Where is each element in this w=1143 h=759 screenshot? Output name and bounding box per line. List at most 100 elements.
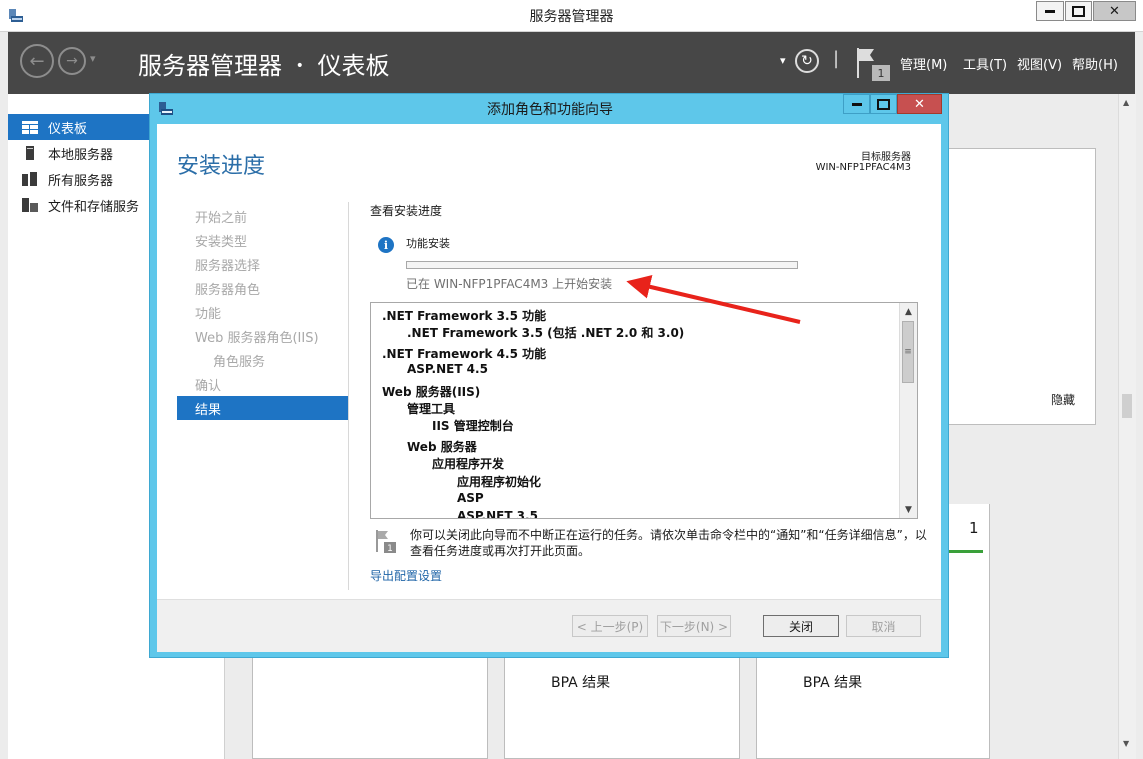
install-list-item: .NET Framework 3.5 功能 bbox=[382, 309, 547, 323]
install-list-item: 应用程序初始化 bbox=[457, 475, 542, 489]
minimize-icon bbox=[851, 102, 862, 106]
all-servers-icon bbox=[22, 172, 38, 186]
hide-link[interactable]: 隐藏 bbox=[1051, 391, 1075, 408]
step-server-selection[interactable]: 服务器选择 bbox=[195, 255, 260, 274]
back-arrow-icon: ← bbox=[29, 50, 45, 72]
target-server-label: 目标服务器 bbox=[861, 152, 911, 163]
scroll-thumb[interactable]: ≡ bbox=[902, 321, 914, 383]
server-manager-header: ← → ▾ 服务器管理器 • 仪表板 ▾ ↻ | 1 管理(M) 工具(T) 视… bbox=[8, 32, 1135, 94]
cancel-button[interactable]: 取消 bbox=[846, 615, 921, 637]
info-icon: i bbox=[378, 237, 394, 253]
tile-count: 1 bbox=[969, 519, 979, 537]
forward-button[interactable]: → bbox=[58, 47, 86, 75]
file-storage-icon bbox=[22, 198, 38, 212]
server-tile-1 bbox=[252, 658, 488, 759]
close-button[interactable]: 关闭 bbox=[763, 615, 839, 637]
export-config-link[interactable]: 导出配置设置 bbox=[370, 567, 442, 584]
menu-view[interactable]: 视图(V) bbox=[1017, 54, 1062, 73]
sidebar-item-label: 本地服务器 bbox=[48, 147, 114, 163]
minimize-button[interactable] bbox=[1036, 1, 1064, 21]
scroll-up-icon[interactable]: ▲ bbox=[1123, 98, 1129, 107]
sidebar-item-label: 文件和存储服务 bbox=[48, 199, 140, 215]
svg-text:1: 1 bbox=[387, 544, 393, 553]
scroll-down-icon[interactable]: ▼ bbox=[900, 501, 917, 518]
install-list-item: IIS 管理控制台 bbox=[432, 419, 514, 433]
step-server-roles[interactable]: 服务器角色 bbox=[195, 279, 260, 298]
step-role-services[interactable]: 角色服务 bbox=[213, 351, 265, 370]
list-scrollbar[interactable]: ▲ ≡ ▼ bbox=[899, 303, 917, 518]
refresh-dropdown-icon[interactable]: ▾ bbox=[780, 54, 786, 67]
window-titlebar: 服务器管理器 ✕ bbox=[0, 0, 1143, 32]
close-icon: ✕ bbox=[1109, 3, 1120, 19]
minimize-icon bbox=[1045, 9, 1055, 13]
local-server-icon bbox=[22, 146, 38, 160]
install-list-item: 应用程序开发 bbox=[432, 457, 505, 471]
notifications-button[interactable]: 1 bbox=[856, 46, 890, 82]
install-list-item: ASP.NET 3.5 bbox=[457, 509, 538, 519]
wizard-heading: 安装进度 bbox=[177, 154, 266, 179]
install-items-list[interactable]: .NET Framework 3.5 功能 .NET Framework 3.5 … bbox=[370, 302, 918, 519]
close-wizard-notice: 你可以关闭此向导而不中断正在运行的任务。请依次单击命令栏中的“通知”和“任务详细… bbox=[410, 527, 930, 559]
scroll-up-icon[interactable]: ▲ bbox=[900, 303, 917, 320]
step-results[interactable]: 结果 bbox=[177, 396, 348, 420]
maximize-icon bbox=[1072, 5, 1085, 17]
dashboard-icon bbox=[22, 120, 38, 134]
breadcrumb-separator: • bbox=[295, 58, 304, 74]
bpa-results-label[interactable]: BPA 结果 bbox=[551, 672, 610, 692]
scroll-down-icon[interactable]: ▼ bbox=[1123, 739, 1129, 748]
menu-tools[interactable]: 工具(T) bbox=[963, 54, 1007, 73]
refresh-icon: ↻ bbox=[801, 53, 813, 69]
maximize-button[interactable] bbox=[1065, 1, 1092, 21]
header-separator: | bbox=[833, 48, 840, 69]
step-confirmation[interactable]: 确认 bbox=[195, 375, 221, 394]
window-title: 服务器管理器 bbox=[529, 9, 614, 25]
breadcrumb-app[interactable]: 服务器管理器 bbox=[138, 52, 282, 80]
notification-flag-icon: 1 bbox=[375, 529, 397, 554]
refresh-button[interactable]: ↻ bbox=[795, 49, 819, 73]
step-installation-type[interactable]: 安装类型 bbox=[195, 231, 247, 250]
step-web-server-role[interactable]: Web 服务器角色(IIS) bbox=[195, 327, 319, 346]
install-list-item: ASP.NET 4.5 bbox=[407, 362, 488, 376]
server-tile-3: BPA 结果 bbox=[756, 658, 990, 759]
wizard-footer: < 上一步(P) 下一步(N) > 关闭 取消 bbox=[157, 599, 941, 652]
welcome-tile: 隐藏 bbox=[948, 148, 1096, 425]
history-dropdown-icon[interactable]: ▾ bbox=[90, 52, 96, 65]
menu-help[interactable]: 帮助(H) bbox=[1072, 54, 1118, 73]
install-list-item: .NET Framework 3.5 (包括 .NET 2.0 和 3.0) bbox=[407, 326, 685, 340]
wizard-body: 安装进度 目标服务器 WIN-NFP1PFAC4M3 开始之前 安装类型 服务器… bbox=[157, 124, 941, 652]
back-button[interactable]: ← bbox=[20, 44, 54, 78]
menu-manage[interactable]: 管理(M) bbox=[900, 54, 947, 73]
step-before-you-begin[interactable]: 开始之前 bbox=[195, 207, 247, 226]
status-bar bbox=[949, 550, 983, 553]
breadcrumb: 服务器管理器 • 仪表板 bbox=[138, 46, 390, 81]
close-icon: ✕ bbox=[914, 96, 925, 112]
wizard-close-button[interactable]: ✕ bbox=[897, 94, 942, 114]
scroll-thumb[interactable] bbox=[1122, 394, 1132, 418]
sidebar-item-label: 所有服务器 bbox=[48, 173, 114, 189]
notice-line-1: 你可以关闭此向导而不中断正在运行的任务。请依次单击命令栏中的“通知”和“任务详细… bbox=[410, 528, 927, 542]
sidebar-item-label: 仪表板 bbox=[48, 121, 88, 137]
previous-button[interactable]: < 上一步(P) bbox=[572, 615, 648, 637]
install-progress-bar bbox=[406, 261, 798, 269]
wizard-minimize-button[interactable] bbox=[843, 94, 870, 114]
install-list-item: .NET Framework 4.5 功能 bbox=[382, 347, 547, 361]
close-window-button[interactable]: ✕ bbox=[1093, 1, 1136, 21]
steps-divider bbox=[348, 202, 349, 590]
page-title: 仪表板 bbox=[317, 52, 390, 80]
bpa-results-label[interactable]: BPA 结果 bbox=[803, 672, 862, 692]
add-roles-wizard-dialog: 添加角色和功能向导 ✕ 安装进度 目标服务器 WIN-NFP1PFAC4M3 开… bbox=[149, 93, 949, 658]
next-button[interactable]: 下一步(N) > bbox=[657, 615, 731, 637]
install-list-item: Web 服务器 bbox=[407, 440, 477, 454]
install-list-item: ASP bbox=[457, 491, 484, 505]
step-features[interactable]: 功能 bbox=[195, 303, 221, 322]
wizard-maximize-button[interactable] bbox=[870, 94, 897, 114]
feature-install-label: 功能安装 bbox=[406, 237, 450, 250]
main-scrollbar[interactable]: ▲ ▼ bbox=[1118, 94, 1136, 759]
server-tile-2: BPA 结果 bbox=[504, 658, 740, 759]
notification-count-badge: 1 bbox=[872, 65, 890, 81]
target-server-name: WIN-NFP1PFAC4M3 bbox=[815, 162, 911, 173]
forward-arrow-icon: → bbox=[66, 53, 78, 69]
view-progress-label: 查看安装进度 bbox=[370, 204, 443, 218]
maximize-icon bbox=[877, 98, 890, 110]
install-status-text: 已在 WIN-NFP1PFAC4M3 上开始安装 bbox=[406, 277, 613, 291]
